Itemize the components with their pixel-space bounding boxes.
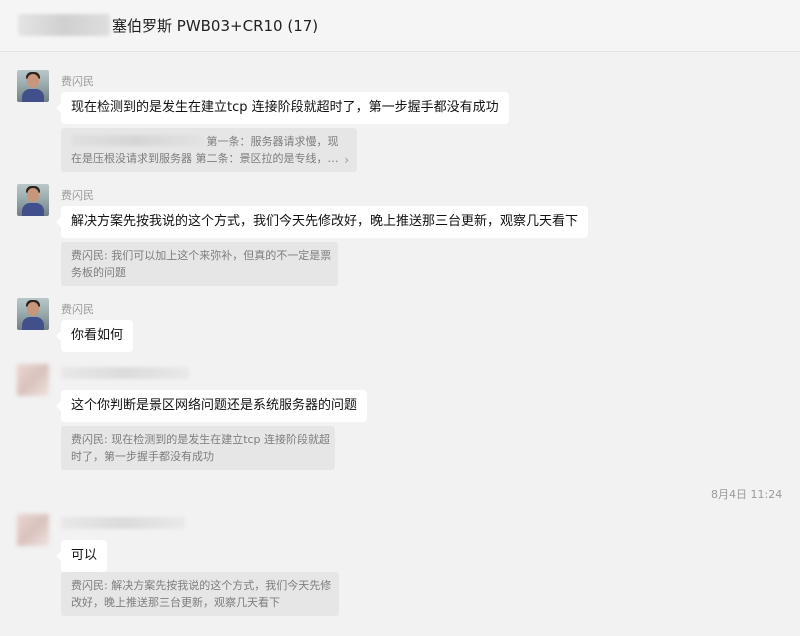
message-bubble[interactable]: 现在检测到的是发生在建立tcp 连接阶段就超时了，第一步握手都没有成功	[56, 92, 509, 124]
sender-name: 费闪民	[61, 303, 94, 316]
chat-title[interactable]: 塞伯罗斯 PWB03+CR10 (17)	[112, 15, 318, 36]
quote-line: 改好，晚上推送那三台更新，观察几天看下	[71, 596, 280, 609]
message-bubble[interactable]: 解决方案先按我说的这个方式，我们今天先修改好，晚上推送那三台更新，观察几天看下	[55, 206, 589, 238]
avatar[interactable]	[17, 70, 49, 102]
chevron-right-icon[interactable]: ›	[344, 152, 349, 169]
message: 费闪民 现在检测到的是发生在建立tcp 连接阶段就超时了，第一步握手都没有成功 …	[0, 70, 800, 172]
message-bubble[interactable]: 这个你判断是景区网络问题还是系统服务器的问题	[55, 390, 368, 422]
message-bubble[interactable]: 可以	[55, 540, 108, 572]
redacted-sender-name	[61, 367, 189, 379]
redacted-sender-name	[61, 517, 185, 529]
quoted-message[interactable]: 费闪民: 解决方案先按我说的这个方式，我们今天先修 改好，晚上推送那三台更新，观…	[61, 572, 339, 616]
avatar[interactable]	[17, 514, 49, 546]
avatar[interactable]	[17, 298, 49, 330]
quoted-message[interactable]: 费闪民: 现在检测到的是发生在建立tcp 连接阶段就超 时了，第一步握手都没有成…	[61, 426, 335, 470]
message-bubble[interactable]: 你看如何	[55, 320, 134, 352]
redacted-quote-prefix	[71, 135, 203, 146]
quote-line: 费闪民: 现在检测到的是发生在建立tcp 连接阶段就超	[71, 433, 331, 446]
sender-name: 费闪民	[61, 189, 94, 202]
quote-line: 时了，第一步握手都没有成功	[71, 450, 214, 463]
sender-name: 费闪民	[61, 75, 94, 88]
quote-line: 在是压根没请求到服务器 第二条：景区拉的是专线，…	[71, 152, 339, 165]
quoted-message[interactable]: 费闪民: 我们可以加上这个来弥补，但真的不一定是票 务板的问题	[61, 242, 338, 286]
avatar[interactable]	[17, 364, 49, 396]
message-timestamp: 8月4日 11:24	[711, 488, 783, 501]
message: 费闪民 你看如何	[0, 298, 800, 354]
quoted-message[interactable]: 第一条：服务器请求慢，现 在是压根没请求到服务器 第二条：景区拉的是专线，… ›	[61, 128, 357, 172]
avatar[interactable]	[17, 184, 49, 216]
redacted-title-prefix	[18, 14, 110, 36]
message: 可以 费闪民: 解决方案先按我说的这个方式，我们今天先修 改好，晚上推送那三台更…	[0, 514, 800, 620]
message: 这个你判断是景区网络问题还是系统服务器的问题 费闪民: 现在检测到的是发生在建立…	[0, 364, 800, 470]
quote-line: 第一条：服务器请求慢，现	[71, 133, 347, 150]
quote-line: 费闪民: 解决方案先按我说的这个方式，我们今天先修	[71, 579, 332, 592]
chat-header: 塞伯罗斯 PWB03+CR10 (17)	[0, 0, 800, 52]
quote-line: 务板的问题	[71, 266, 126, 279]
quote-line: 费闪民: 我们可以加上这个来弥补，但真的不一定是票	[71, 249, 332, 262]
message: 费闪民 解决方案先按我说的这个方式，我们今天先修改好，晚上推送那三台更新，观察几…	[0, 184, 800, 286]
